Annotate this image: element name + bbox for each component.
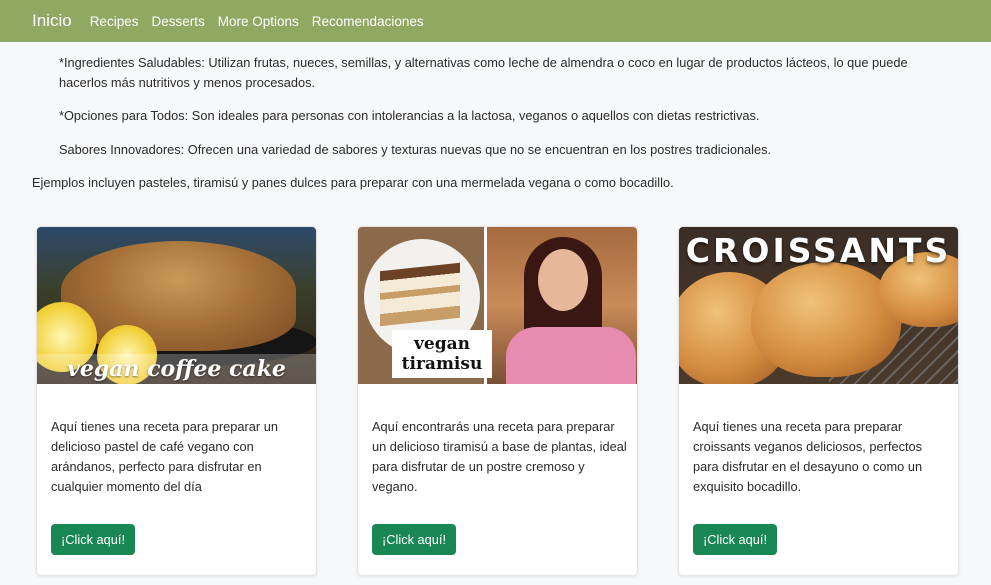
croissants-image: CROISSANTS [679, 227, 958, 384]
image-caption: vegan coffee cake [37, 354, 316, 384]
click-here-button[interactable]: ¡Click aquí! [372, 524, 457, 555]
coffee-cake-image: vegan coffee cake [37, 227, 316, 384]
click-here-button[interactable]: ¡Click aquí! [51, 524, 136, 555]
paragraph-ejemplos: Ejemplos incluyen pasteles, tiramisú y p… [32, 175, 674, 190]
navbar: Inicio Recipes Desserts More Options Rec… [0, 0, 991, 42]
tiramisu-image: vegan tiramisu [358, 227, 637, 384]
croissant-shape [751, 262, 901, 377]
nav-brand-inicio[interactable]: Inicio [32, 11, 72, 31]
paragraph-ingredientes: *Ingredientes Saludables: Utilizan fruta… [59, 55, 908, 90]
recipe-card-croissants: CROISSANTS Aquí tienes una receta para p… [678, 226, 959, 576]
paragraph-sabores: Sabores Innovadores: Ofrecen una varieda… [59, 142, 772, 157]
nav-link-recipes[interactable]: Recipes [90, 14, 139, 29]
recipe-card-tiramisu: vegan tiramisu Aquí encontrarás una recet… [357, 226, 638, 576]
tiramisu-slice-shape [380, 262, 460, 327]
card-text: Aquí tienes una receta para preparar un … [51, 419, 278, 494]
shirt-shape [506, 327, 636, 384]
tiramisu-photo-right [486, 227, 637, 384]
face-shape [538, 249, 588, 311]
paragraph-opciones: *Opciones para Todos: Son ideales para p… [59, 108, 760, 123]
recipe-card-coffee-cake: vegan coffee cake Aquí tienes una receta… [36, 226, 317, 576]
image-caption: CROISSANTS [685, 231, 952, 270]
click-here-button[interactable]: ¡Click aquí! [693, 524, 778, 555]
card-text: Aquí tienes una receta para preparar cro… [693, 419, 923, 494]
nav-link-desserts[interactable]: Desserts [151, 14, 204, 29]
nav-link-recomendaciones[interactable]: Recomendaciones [312, 14, 424, 29]
image-caption: vegan tiramisu [392, 330, 492, 378]
nav-link-more-options[interactable]: More Options [218, 14, 299, 29]
card-text: Aquí encontrarás una receta para prepara… [372, 419, 627, 494]
